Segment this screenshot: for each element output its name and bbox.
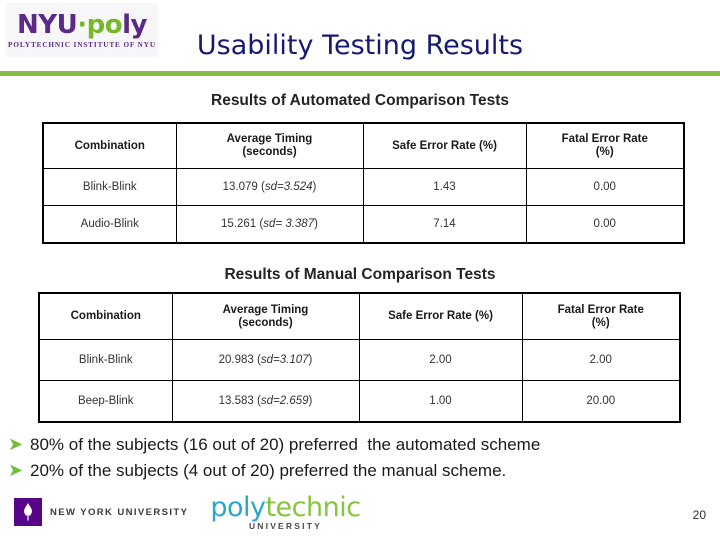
table-header-row: Combination Average Timing (seconds) Saf…	[42, 122, 685, 169]
manual-tests-heading: Results of Manual Comparison Tests	[224, 266, 496, 283]
column-header-fatal-error-rate-line1: Fatal Error Rate	[561, 133, 648, 145]
automated-tests-heading: Results of Automated Comparison Tests	[211, 92, 509, 109]
timing-sd-label: sd	[260, 354, 274, 366]
timing-mean: 15.261	[221, 218, 257, 230]
timing-sd-label: sd	[264, 181, 278, 193]
cell-average-timing: 20.983 (sd=3.107)	[171, 339, 360, 381]
cell-safe-error-rate: 1.43	[362, 168, 527, 206]
cell-fatal-error-rate: 2.00	[521, 339, 681, 381]
cell-fatal-error-rate: 0.00	[525, 205, 685, 244]
cell-combination: Audio-Blink	[42, 205, 177, 244]
timing-sd-value: = 3.387	[275, 218, 315, 230]
poly-text: poly	[210, 492, 266, 523]
list-item: ➤ 20% of the subjects (4 out of 20) pref…	[8, 460, 708, 482]
column-header-combination: Combination	[38, 292, 173, 340]
column-header-fatal-error-rate-line2: (%)	[595, 146, 614, 158]
nyu-torch-icon	[14, 498, 42, 527]
column-header-safe-error-rate: Safe Error Rate (%)	[358, 292, 523, 340]
column-header-average-timing-line1: Average Timing	[222, 303, 309, 316]
slide-title: Usability Testing Results	[196, 30, 524, 61]
column-header-fatal-error-rate: Fatal Error Rate (%)	[525, 122, 685, 169]
timing-sd-value: =3.524	[277, 181, 313, 193]
polytechnic-university-logo: polytechnic UNIVERSITY	[210, 492, 361, 531]
conclusion-bullet-list: ➤ 80% of the subjects (16 out of 20) pre…	[8, 434, 708, 486]
automated-results-table: Combination Average Timing (seconds) Saf…	[42, 122, 685, 244]
cell-safe-error-rate: 1.00	[358, 380, 523, 423]
cell-average-timing: 13.079 (sd=3.524)	[175, 168, 364, 206]
timing-sd-label: sd	[260, 395, 274, 407]
bullet-text: 20% of the subjects (4 out of 20) prefer…	[30, 461, 507, 480]
column-header-fatal-error-rate-line1: Fatal Error Rate	[557, 303, 644, 316]
table-row: Audio-Blink 15.261 (sd= 3.387) 7.14 0.00	[42, 205, 685, 244]
column-header-fatal-error-rate-line2: (%)	[591, 316, 610, 329]
column-header-fatal-error-rate: Fatal Error Rate (%)	[521, 292, 681, 340]
timing-mean: 13.583	[218, 395, 254, 407]
column-header-average-timing-line2: (seconds)	[242, 146, 297, 158]
polytechnic-wordmark: polytechnic	[210, 492, 361, 523]
timing-mean: 13.079	[222, 181, 258, 193]
table-row: Blink-Blink 20.983 (sd=3.107) 2.00 2.00	[38, 339, 681, 381]
footer-logos: NEW YORK UNIVERSITY polytechnic UNIVERSI…	[14, 494, 361, 531]
column-header-average-timing-line1: Average Timing	[226, 133, 313, 145]
new-york-university-text: NEW YORK UNIVERSITY	[50, 506, 189, 518]
column-header-safe-error-rate: Safe Error Rate (%)	[362, 122, 527, 169]
timing-mean: 20.983	[218, 354, 254, 366]
cell-average-timing: 15.261 (sd= 3.387)	[175, 205, 364, 244]
bullet-text: 80% of the subjects (16 out of 20) prefe…	[30, 435, 541, 454]
page-number: 20	[692, 508, 706, 522]
table-row: Blink-Blink 13.079 (sd=3.524) 1.43 0.00	[42, 168, 685, 206]
polytechnic-subtitle: UNIVERSITY	[248, 521, 322, 531]
list-item: ➤ 80% of the subjects (16 out of 20) pre…	[8, 434, 708, 456]
slide-canvas: NYU·poly POLYTECHNIC INSTITUTE OF NYU Us…	[0, 0, 720, 540]
column-header-average-timing: Average Timing (seconds)	[175, 122, 364, 169]
arrow-bullet-icon: ➤	[8, 434, 24, 455]
technic-text: technic	[265, 492, 361, 523]
column-header-combination: Combination	[42, 122, 177, 169]
cell-fatal-error-rate: 20.00	[521, 380, 681, 423]
timing-sd-value: =3.107	[273, 354, 309, 366]
cell-safe-error-rate: 2.00	[358, 339, 523, 381]
manual-results-table: Combination Average Timing (seconds) Saf…	[38, 292, 681, 423]
table-header-row: Combination Average Timing (seconds) Saf…	[38, 292, 681, 340]
cell-fatal-error-rate: 0.00	[525, 168, 685, 206]
timing-sd-value: =2.659	[273, 395, 309, 407]
column-header-average-timing: Average Timing (seconds)	[171, 292, 360, 340]
title-divider-rule	[0, 71, 720, 76]
table-row: Beep-Blink 13.583 (sd=2.659) 1.00 20.00	[38, 380, 681, 423]
cell-safe-error-rate: 7.14	[362, 205, 527, 244]
cell-combination: Blink-Blink	[42, 168, 177, 206]
column-header-average-timing-line2: (seconds)	[238, 316, 293, 329]
timing-sd-label: sd	[263, 218, 276, 230]
cell-combination: Beep-Blink	[38, 380, 173, 423]
cell-combination: Blink-Blink	[38, 339, 173, 381]
cell-average-timing: 13.583 (sd=2.659)	[171, 380, 360, 423]
arrow-bullet-icon: ➤	[8, 460, 24, 481]
